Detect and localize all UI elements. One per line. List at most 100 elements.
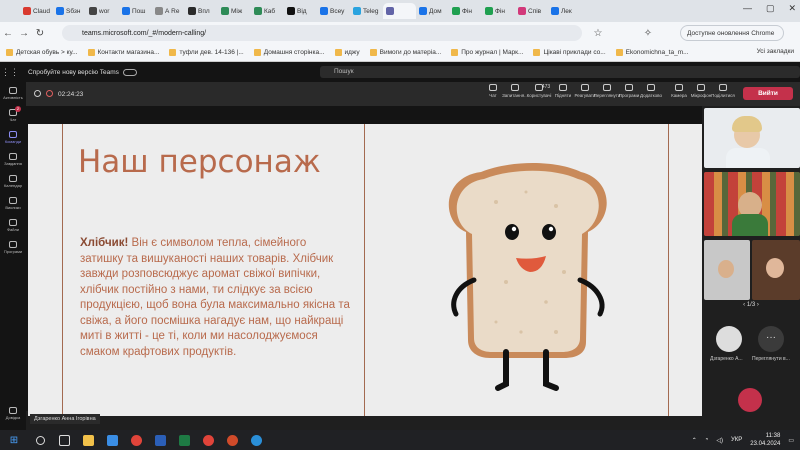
browser-tab[interactable]: Всеу	[317, 3, 350, 19]
view-button[interactable]: Переглянути	[594, 84, 620, 98]
rail-item[interactable]: Виклики	[0, 192, 26, 214]
search-input[interactable]: Пошук	[320, 66, 800, 78]
video-tile[interactable]	[752, 240, 800, 300]
browser-tab[interactable]: Каб	[251, 3, 284, 19]
rail-item[interactable]: Файли	[0, 214, 26, 236]
rail-item[interactable]: Чат 2	[0, 104, 26, 126]
browser-tab[interactable]	[383, 3, 416, 19]
call-timer: 02:24:23	[58, 90, 84, 98]
try-new-teams-toggle[interactable]	[122, 68, 137, 76]
extensions-icon[interactable]: ✧	[640, 28, 656, 39]
bookmark-item[interactable]: Домашня сторінка...	[253, 49, 325, 56]
rail-item[interactable]: Календар	[0, 170, 26, 192]
browser-tab[interactable]: Фін	[449, 3, 482, 19]
bookmark-item[interactable]: Контакти магазина...	[87, 49, 159, 56]
bookmark-item[interactable]: Детская обувь > ку...	[6, 49, 78, 56]
share-button[interactable]: Поділитися	[711, 84, 735, 98]
volume-icon[interactable]: ◁)	[716, 437, 723, 444]
powerpoint-icon[interactable]	[220, 430, 244, 450]
browser-tab[interactable]: А Re	[152, 3, 185, 19]
shared-content-stage: Наш персонаж Хлібчик! Він є символом теп…	[26, 106, 702, 416]
clock[interactable]: 11:38 23.04.2024	[750, 432, 780, 448]
bookmark-star-icon[interactable]: ☆	[590, 28, 606, 39]
pager-prev-icon[interactable]: ‹	[743, 302, 745, 308]
browser-tab[interactable]: Лек	[548, 3, 581, 19]
bookmark-item[interactable]: туфли дев. 14-136 |...	[169, 49, 244, 56]
search-taskbar-icon[interactable]	[28, 430, 52, 450]
tab-favicon-icon	[518, 7, 526, 15]
rail-icon	[9, 130, 17, 138]
chrome-update-button[interactable]: Доступне оновлення Chrome	[680, 25, 784, 41]
raise-hand-button[interactable]: Підняти	[552, 84, 574, 98]
participant-shoulders	[726, 148, 770, 168]
video-tile[interactable]	[704, 108, 800, 168]
excel-icon[interactable]	[172, 430, 196, 450]
video-tile[interactable]	[704, 240, 750, 300]
browser-tab[interactable]: Впл	[185, 3, 218, 19]
browser-tab[interactable]: Фін	[482, 3, 515, 19]
rail-item[interactable]: Активність	[0, 82, 26, 104]
rail-label: Довідка	[5, 414, 21, 420]
browser-tab[interactable]: wor	[86, 3, 119, 19]
bookmark-item[interactable]: Цікаві приклади со...	[533, 49, 606, 56]
rail-item[interactable]: Програми	[0, 236, 26, 258]
browser-tab[interactable]: Teleg	[350, 3, 383, 19]
bookmark-item[interactable]: иджу	[334, 49, 360, 56]
slide-divider	[364, 124, 365, 416]
apps-button[interactable]: Програми	[618, 84, 640, 98]
questions-button[interactable]: Запитання...	[502, 84, 528, 98]
slide-body: Хлібчик! Він є символом тепла, сімейного…	[80, 236, 352, 360]
chrome-icon[interactable]	[124, 430, 148, 450]
tab-favicon-icon	[122, 7, 130, 15]
reload-icon[interactable]: ↻	[32, 28, 48, 39]
avatar[interactable]	[716, 326, 742, 352]
people-button[interactable]: 473 Користувачі	[526, 84, 552, 98]
word-icon[interactable]	[148, 430, 172, 450]
clock-date: 23.04.2024	[750, 441, 781, 447]
browser-tab[interactable]: Claud	[20, 3, 53, 19]
edge-icon[interactable]	[244, 430, 268, 450]
language-indicator[interactable]: УКР	[731, 437, 742, 443]
notifications-icon[interactable]: ▭	[788, 437, 794, 444]
video-tile[interactable]	[704, 172, 800, 236]
tray-chevron-icon[interactable]: ⌃	[692, 437, 697, 444]
call-info-icon[interactable]	[34, 90, 41, 97]
close-icon[interactable]: ✕	[788, 3, 796, 14]
more-button[interactable]: Додатково	[640, 84, 662, 98]
url-input[interactable]: teams.microsoft.com/_#/modern-calling/	[62, 25, 582, 41]
bookmark-item[interactable]: Вимоги до матеріа...	[369, 49, 441, 56]
tab-label: Від	[297, 7, 307, 15]
browser-tab[interactable]: Пош	[119, 3, 152, 19]
minimize-icon[interactable]: —	[743, 3, 752, 14]
rail-item[interactable]: Довідка	[0, 402, 26, 424]
browser-tab[interactable]: Спів	[515, 3, 548, 19]
bookmark-item[interactable]: Ekonomichna_ta_m...	[615, 49, 689, 56]
browser-tab[interactable]: Між	[218, 3, 251, 19]
network-icon[interactable]: ◔	[705, 437, 709, 443]
back-icon[interactable]: ←	[0, 28, 16, 39]
chrome-update-label: Доступне оновлення Chrome	[687, 29, 775, 37]
rail-item[interactable]: Команди	[0, 126, 26, 148]
browser-tab[interactable]: Дом	[416, 3, 449, 19]
mic-button[interactable]: Мікрофон	[690, 84, 712, 98]
self-avatar[interactable]	[738, 388, 762, 412]
all-bookmarks-button[interactable]: Усі закладки	[756, 48, 794, 55]
rail-item[interactable]: Завдання	[0, 148, 26, 170]
browser-tab[interactable]: Sбзн	[53, 3, 86, 19]
task-view-icon[interactable]	[52, 430, 76, 450]
bookmark-item[interactable]: Про журнал | Марк...	[451, 49, 523, 56]
maximize-icon[interactable]: ▢	[766, 3, 775, 14]
camera-button[interactable]: Камера	[668, 84, 690, 98]
chat-button[interactable]: Чат	[482, 84, 504, 98]
windows-start-icon[interactable]: ⊞	[0, 435, 28, 446]
video-pager: ‹ 1/3 ›	[702, 302, 800, 308]
store-icon[interactable]	[100, 430, 124, 450]
chrome-alt-icon[interactable]	[196, 430, 220, 450]
leave-button[interactable]: Вийти	[743, 87, 793, 100]
app-launcher-icon[interactable]: ⋮⋮	[0, 67, 20, 78]
pager-next-icon[interactable]: ›	[757, 302, 759, 308]
browser-tab[interactable]: Від	[284, 3, 317, 19]
forward-icon[interactable]: →	[16, 28, 32, 39]
file-explorer-icon[interactable]	[76, 430, 100, 450]
more-participants-icon[interactable]: ···	[758, 326, 784, 352]
